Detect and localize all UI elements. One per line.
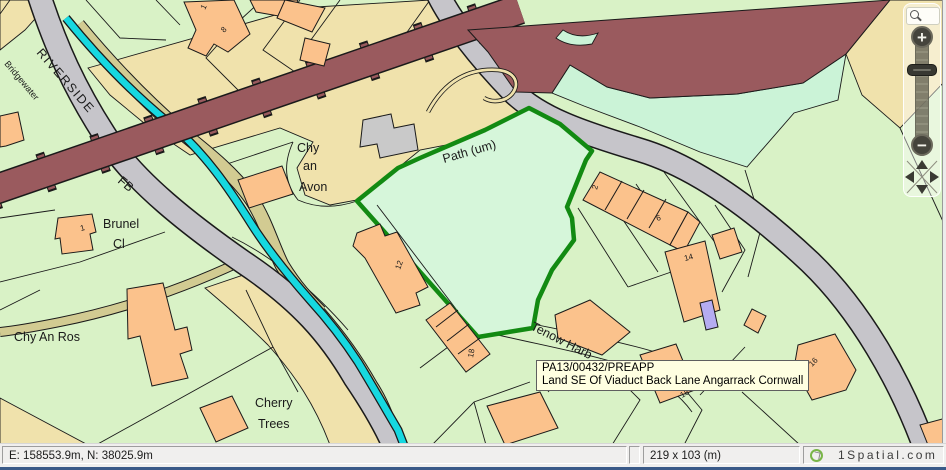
brand-link[interactable]: 1Spatial.com (838, 447, 937, 463)
label-brunel-cl: Cl (113, 237, 125, 251)
label-an: an (303, 159, 317, 173)
tooltip-description: Land SE Of Viaduct Back Lane Angarrack C… (542, 375, 803, 388)
label-chy: Chy (297, 141, 320, 155)
brand-cell: 1Spatial.com (803, 446, 944, 464)
1spatial-logo-icon (810, 449, 823, 462)
feature-tooltip: PA13/00432/PREAPP Land SE Of Viaduct Bac… (536, 360, 809, 391)
label-trees: Trees (258, 417, 290, 431)
zoom-slider-handle[interactable] (907, 64, 937, 76)
pan-pad (905, 158, 939, 196)
coordinates-readout: E: 158553.9m, N: 38025.9m (2, 446, 627, 464)
map-viewer-window: 1 8 1 12 2 6 14 18 18 16 RIVERSIDE Bridg… (0, 0, 946, 470)
pan-right-arrow[interactable] (930, 171, 939, 183)
pan-left-arrow[interactable] (905, 171, 914, 183)
label-cherry: Cherry (255, 396, 293, 410)
zoom-in-button[interactable]: + (911, 26, 933, 48)
pan-down-arrow[interactable] (916, 185, 928, 194)
magnifier-icon (910, 10, 919, 19)
status-spacer (629, 446, 640, 464)
zoom-out-button[interactable]: − (911, 134, 933, 156)
pan-up-arrow[interactable] (916, 160, 928, 169)
map-controls-panel: + − (903, 3, 941, 197)
view-size-readout: 219 x 103 (m) (643, 446, 800, 464)
tooltip-reference: PA13/00432/PREAPP (542, 362, 803, 375)
search-box[interactable] (906, 7, 940, 25)
status-bar: E: 158553.9m, N: 38025.9m 219 x 103 (m) … (0, 443, 946, 467)
viewport-edge (942, 0, 946, 443)
label-avon: Avon (299, 180, 327, 194)
label-brunel: Brunel (103, 217, 139, 231)
label-chy-an-ros: Chy An Ros (14, 330, 80, 344)
